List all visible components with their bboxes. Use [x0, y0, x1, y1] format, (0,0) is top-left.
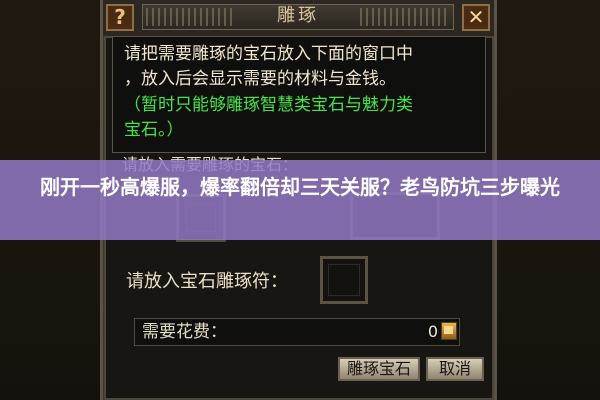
close-icon: ✕: [467, 5, 485, 29]
symbol-slot-label: 请放入宝石雕琢符：: [126, 271, 288, 292]
help-button[interactable]: ?: [106, 4, 134, 31]
gold-coin-icon: [441, 322, 457, 340]
description-line-1: 请把需要雕琢的宝石放入下面的窗口中: [124, 44, 413, 64]
window-title: 雕琢: [277, 5, 319, 26]
cost-label: 需要花费：: [142, 322, 227, 342]
description-line-3: （暂时只能够雕琢智慧类宝石与魅力类: [124, 95, 413, 115]
question-icon: ?: [114, 5, 126, 29]
description-line-2: ，放入后会显示需要的材料与金钱。: [124, 69, 396, 89]
close-button[interactable]: ✕: [462, 4, 490, 31]
carve-gem-button[interactable]: 雕琢宝石: [338, 357, 420, 381]
carving-symbol-slot[interactable]: [320, 256, 368, 304]
description-line-4: 宝石。）: [124, 120, 184, 140]
cancel-button[interactable]: 取消: [426, 357, 484, 381]
cost-value: 0: [427, 322, 438, 341]
headline-text: 刚开一秒高爆服，爆率翻倍却三天关服？老鸟防坑三步曝光: [40, 175, 560, 199]
